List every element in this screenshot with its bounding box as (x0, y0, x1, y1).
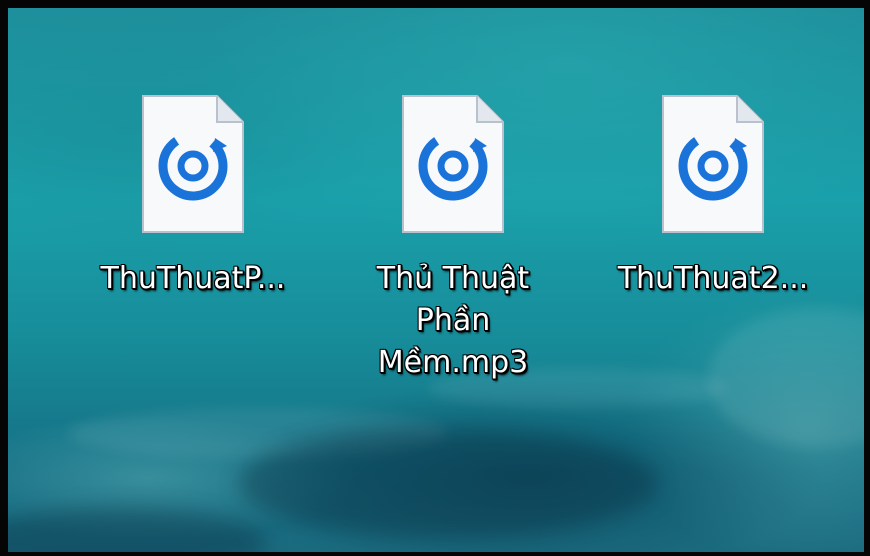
media-file-icon (141, 94, 245, 234)
desktop-icon-label: Thủ Thuật Phần Mềm.mp3 (376, 261, 530, 380)
desktop-icon-thu-thuat-phan-mem-mp3[interactable]: Thủ Thuật Phần Mềm.mp3 (328, 94, 578, 384)
desktop-background: ThuThuatP... Thủ Thuật Phần Mềm.mp3 ThuT… (0, 0, 870, 556)
media-file-icon (661, 94, 765, 234)
desktop-icon-label: ThuThuatP... (100, 261, 286, 296)
media-file-icon (401, 94, 505, 234)
desktop-icon-thuthuat2[interactable]: ThuThuat2... (588, 94, 838, 300)
desktop-icon-label: ThuThuat2... (617, 261, 809, 296)
desktop-icon-thuthuatp[interactable]: ThuThuatP... (68, 94, 318, 300)
